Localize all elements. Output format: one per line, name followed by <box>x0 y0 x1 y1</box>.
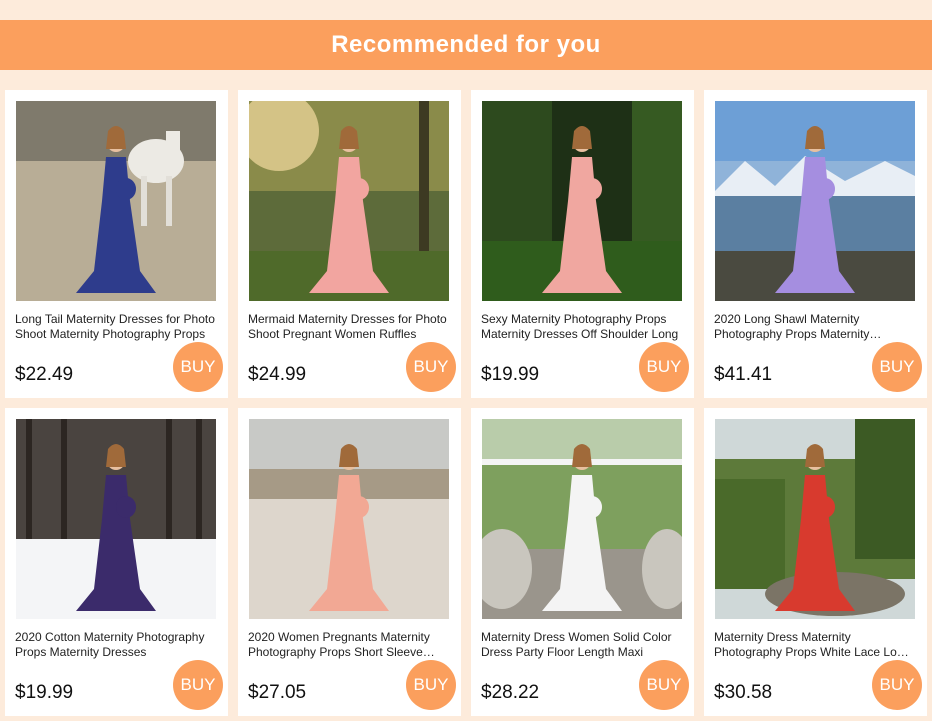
product-price: $30.58 <box>714 682 773 703</box>
product-card[interactable]: 2020 Long Shawl Maternity Photography Pr… <box>704 90 927 398</box>
product-price: $28.22 <box>481 682 540 703</box>
product-image[interactable] <box>16 419 216 619</box>
product-title[interactable]: Maternity Dress Maternity Photography Pr… <box>714 630 914 660</box>
buy-button[interactable]: BUY <box>406 342 456 392</box>
product-image[interactable] <box>16 101 216 301</box>
product-price: $24.99 <box>248 364 307 385</box>
product-title[interactable]: 2020 Cotton Maternity Photography Props … <box>15 630 215 660</box>
product-title[interactable]: 2020 Women Pregnants Maternity Photograp… <box>248 630 448 660</box>
product-card[interactable]: Mermaid Maternity Dresses for Photo Shoo… <box>238 90 461 398</box>
product-card[interactable]: Long Tail Maternity Dresses for Photo Sh… <box>5 90 228 398</box>
product-price: $19.99 <box>481 364 540 385</box>
product-image[interactable] <box>715 101 915 301</box>
buy-button[interactable]: BUY <box>639 342 689 392</box>
product-image[interactable] <box>249 419 449 619</box>
product-title[interactable]: Sexy Maternity Photography Props Materni… <box>481 312 681 342</box>
buy-button[interactable]: BUY <box>872 342 922 392</box>
product-grid: Long Tail Maternity Dresses for Photo Sh… <box>0 0 932 721</box>
product-price: $27.05 <box>248 682 307 703</box>
product-card[interactable]: Maternity Dress Women Solid Color Dress … <box>471 408 694 716</box>
product-card[interactable]: 2020 Cotton Maternity Photography Props … <box>5 408 228 716</box>
buy-button[interactable]: BUY <box>406 660 456 710</box>
buy-button[interactable]: BUY <box>173 342 223 392</box>
product-card[interactable]: Sexy Maternity Photography Props Materni… <box>471 90 694 398</box>
product-image[interactable] <box>482 419 682 619</box>
product-image[interactable] <box>249 101 449 301</box>
product-price: $41.41 <box>714 364 773 385</box>
product-card[interactable]: 2020 Women Pregnants Maternity Photograp… <box>238 408 461 716</box>
product-title[interactable]: Maternity Dress Women Solid Color Dress … <box>481 630 681 660</box>
product-title[interactable]: 2020 Long Shawl Maternity Photography Pr… <box>714 312 914 342</box>
product-card[interactable]: Maternity Dress Maternity Photography Pr… <box>704 408 927 716</box>
buy-button[interactable]: BUY <box>872 660 922 710</box>
product-title[interactable]: Long Tail Maternity Dresses for Photo Sh… <box>15 312 215 342</box>
product-image[interactable] <box>715 419 915 619</box>
product-price: $19.99 <box>15 682 74 703</box>
buy-button[interactable]: BUY <box>639 660 689 710</box>
product-price: $22.49 <box>15 364 74 385</box>
buy-button[interactable]: BUY <box>173 660 223 710</box>
product-image[interactable] <box>482 101 682 301</box>
product-title[interactable]: Mermaid Maternity Dresses for Photo Shoo… <box>248 312 448 342</box>
